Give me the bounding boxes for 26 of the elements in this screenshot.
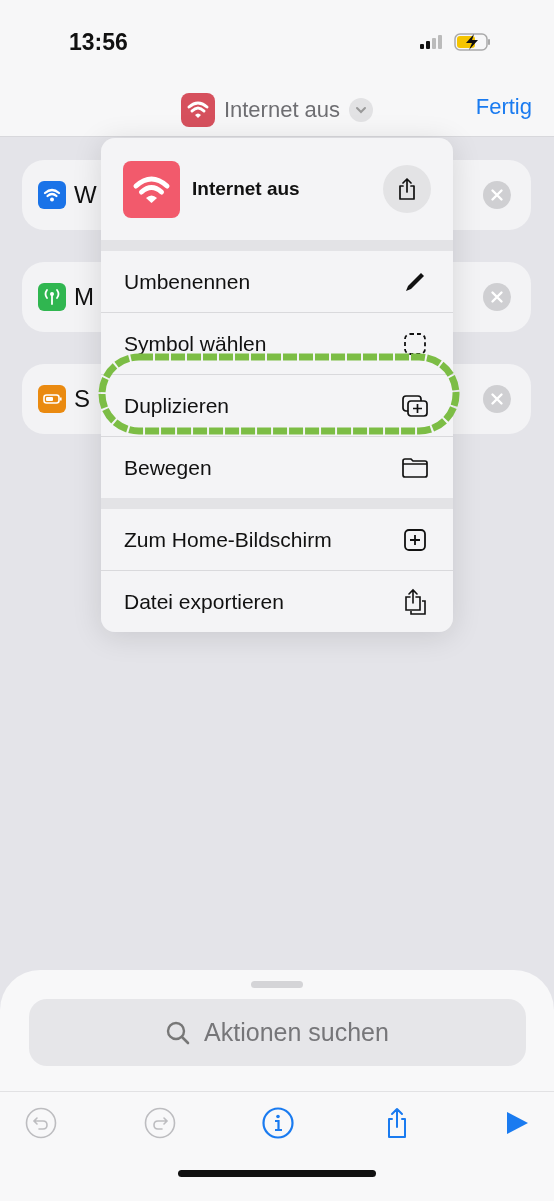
status-time: 13:56: [69, 28, 128, 56]
search-placeholder: Aktionen suchen: [204, 1018, 389, 1047]
remove-icon[interactable]: [483, 385, 511, 413]
search-icon: [165, 1019, 192, 1046]
action-title: S: [74, 385, 90, 413]
info-button[interactable]: [261, 1106, 295, 1140]
search-field[interactable]: Aktionen suchen: [28, 999, 526, 1066]
share-icon: [397, 178, 417, 200]
done-button[interactable]: Fertig: [475, 94, 532, 120]
action-title: W: [74, 181, 97, 209]
menu-item[interactable]: Symbol wählen: [101, 312, 453, 374]
sheet-grabber[interactable]: [251, 981, 303, 988]
menu-item[interactable]: Umbenennen: [101, 251, 453, 312]
chevron-down-icon[interactable]: [349, 98, 374, 122]
share-button[interactable]: [383, 165, 431, 213]
wifi-app-icon: [123, 160, 180, 218]
menu-title: Internet aus: [192, 178, 300, 200]
remove-icon[interactable]: [483, 181, 511, 209]
action-title: M: [74, 283, 94, 311]
shortcut-title[interactable]: Internet aus: [223, 97, 341, 123]
wifi-app-icon[interactable]: [180, 93, 215, 127]
menu-item[interactable]: Zum Home-Bildschirm: [101, 509, 453, 570]
menu-item[interactable]: Bewegen: [101, 436, 453, 498]
battery-icon: [454, 33, 492, 51]
remove-icon[interactable]: [483, 283, 511, 311]
menu-item[interactable]: Datei exportieren: [101, 570, 453, 632]
